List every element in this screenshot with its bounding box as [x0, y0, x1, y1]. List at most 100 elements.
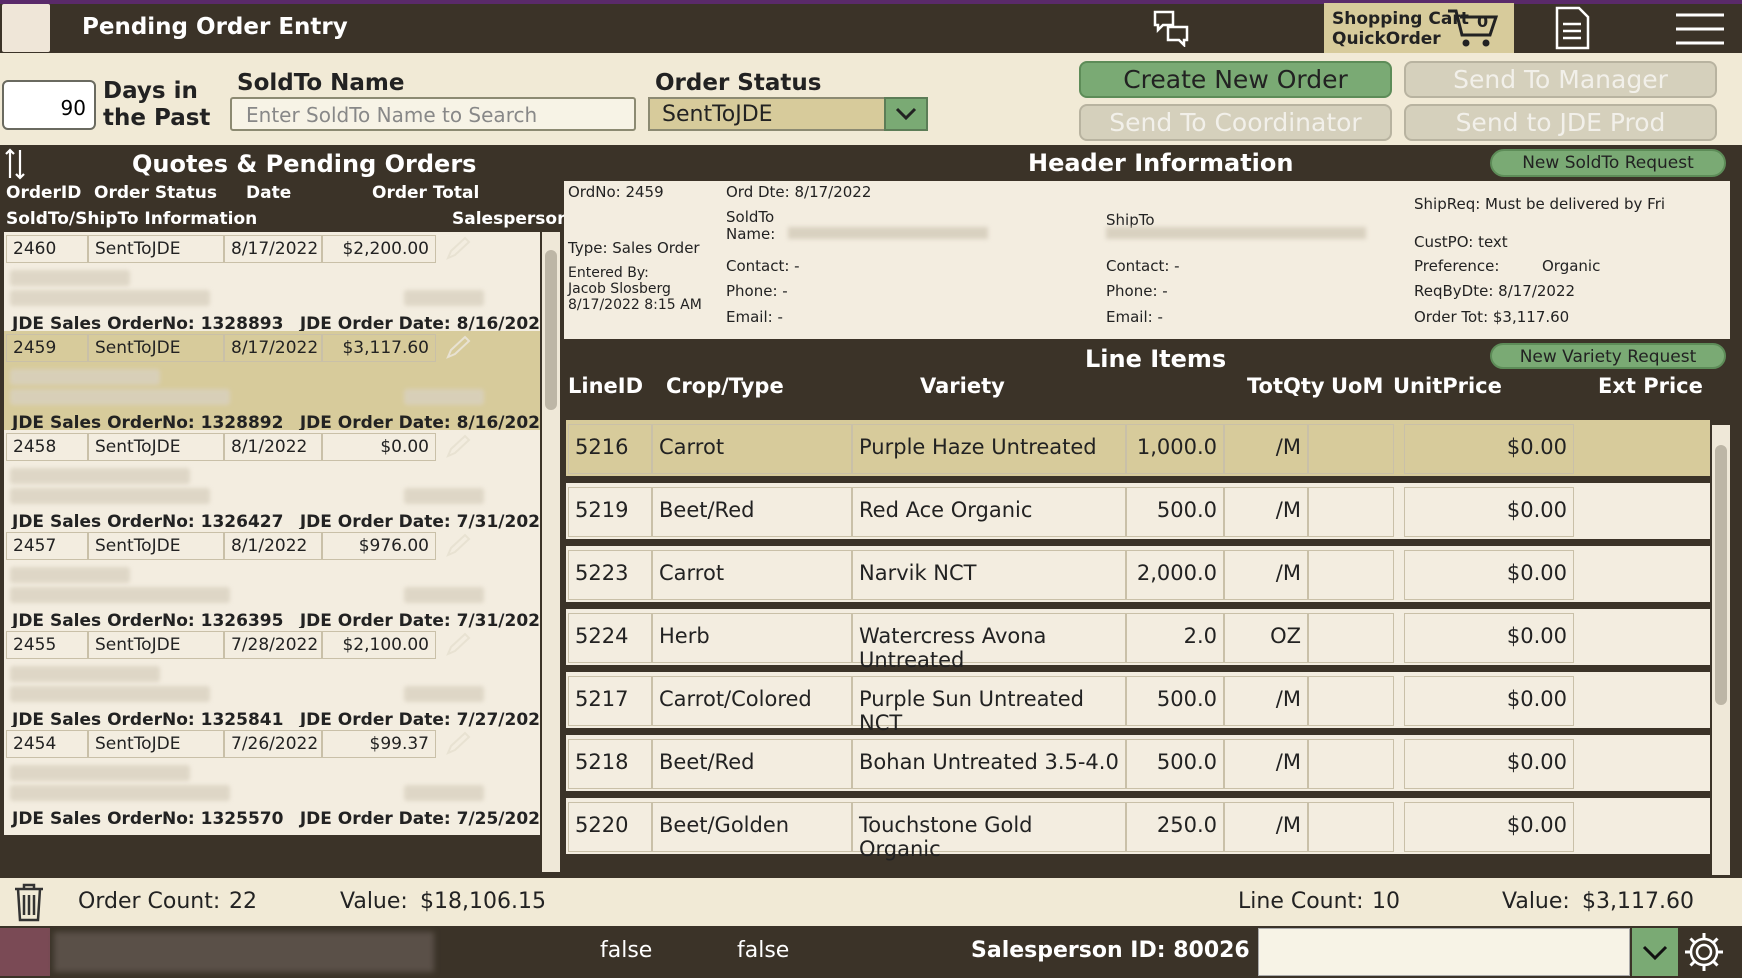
shipto-contact: Contact: -: [1106, 257, 1180, 275]
orders-panel-title: Quotes & Pending Orders: [132, 150, 477, 178]
line-item-row[interactable]: 5219 Beet/Red Red Ace Organic 500.0 /M $…: [566, 483, 1710, 545]
soldto-email: Email: -: [726, 308, 783, 326]
jde-date-value: 7/25/202: [456, 809, 540, 829]
soldto-name-redacted: [788, 227, 988, 239]
order-date: 7/26/2022: [224, 730, 322, 758]
edit-pencil-icon[interactable]: [444, 533, 474, 563]
chevron-down-icon[interactable]: [1632, 928, 1678, 976]
order-id: 2459: [6, 334, 88, 362]
shipto-redacted: [10, 488, 210, 504]
unit-price[interactable]: [1308, 424, 1394, 474]
trash-icon[interactable]: [12, 882, 46, 928]
gear-icon[interactable]: [1682, 930, 1726, 978]
ext-price: $0.00: [1404, 550, 1574, 600]
lines-value-label: Value:: [1502, 889, 1570, 914]
shipto-redacted: [10, 389, 230, 405]
col-lineid: LineID: [568, 374, 644, 398]
edit-pencil-icon[interactable]: [444, 335, 474, 365]
line-items-scroll-thumb[interactable]: [1715, 445, 1727, 705]
order-id: 2458: [6, 433, 88, 461]
soldto-label: SoldTo Name: [237, 70, 405, 96]
edit-pencil-icon[interactable]: [444, 236, 474, 266]
order-row[interactable]: 2460 SentToJDE 8/17/2022 $2,200.00 JDE S…: [4, 232, 540, 340]
orders-scroll-thumb[interactable]: [545, 250, 557, 410]
tot-qty: 500.0: [1126, 739, 1224, 789]
variety: Red Ace Organic: [852, 487, 1126, 537]
line-item-row[interactable]: 5220 Beet/Golden Touchstone Gold Organic…: [566, 798, 1710, 861]
unit-price[interactable]: [1308, 676, 1394, 726]
order-type: Type: Sales Order: [568, 239, 700, 257]
lines-value: $3,117.60: [1582, 889, 1694, 914]
order-count: 22: [229, 889, 257, 914]
unit-price[interactable]: [1308, 487, 1394, 537]
order-status: SentToJDE: [88, 334, 224, 362]
shopping-cart-button[interactable]: Shopping Cart QuickOrder 0: [1324, 3, 1514, 53]
soldto-redacted: [10, 369, 160, 385]
edit-pencil-icon[interactable]: [444, 632, 474, 662]
sort-icon[interactable]: [4, 148, 26, 184]
soldto-label-1: SoldTo: [726, 208, 775, 226]
crop-type: Carrot: [652, 550, 852, 600]
orders-value: $18,106.15: [420, 889, 546, 914]
order-total: Order Tot: $3,117.60: [1414, 308, 1570, 326]
edit-pencil-icon[interactable]: [444, 731, 474, 761]
soldto-redacted: [10, 270, 130, 286]
days-label-line2: the Past: [103, 105, 211, 131]
order-row[interactable]: 2459 SentToJDE 8/17/2022 $3,117.60 JDE S…: [4, 331, 540, 439]
soldto-redacted: [10, 468, 190, 484]
header-info-panel: OrdNo: 2459 Type: Sales Order Entered By…: [564, 181, 1730, 339]
document-icon[interactable]: [1554, 6, 1590, 54]
soldto-label-2: Name:: [726, 225, 776, 243]
send-to-coordinator-button[interactable]: Send To Coordinator: [1079, 104, 1392, 141]
variety: Touchstone Gold Organic: [852, 802, 1126, 861]
unit-price[interactable]: [1308, 739, 1394, 789]
variety: Bohan Untreated 3.5-4.0: [852, 739, 1126, 789]
chevron-down-icon[interactable]: [884, 97, 928, 131]
send-to-jde-prod-button[interactable]: Send to JDE Prod: [1404, 104, 1717, 141]
shipto-email: Email: -: [1106, 308, 1163, 326]
soldto-search-input[interactable]: Enter SoldTo Name to Search: [230, 97, 636, 131]
order-row[interactable]: 2457 SentToJDE 8/1/2022 $976.00 JDE Sale…: [4, 529, 540, 637]
order-status-label: Order Status: [655, 70, 822, 96]
menu-icon[interactable]: [1674, 12, 1726, 50]
ext-price: $0.00: [1404, 676, 1574, 726]
order-row[interactable]: 2458 SentToJDE 8/1/2022 $0.00 JDE Sales …: [4, 430, 540, 538]
order-row[interactable]: 2455 SentToJDE 7/28/2022 $2,100.00 JDE S…: [4, 628, 540, 736]
edit-pencil-icon[interactable]: [444, 434, 474, 464]
soldto-redacted: [10, 765, 190, 781]
orders-list[interactable]: 2460 SentToJDE 8/17/2022 $2,200.00 JDE S…: [0, 232, 540, 877]
send-to-manager-button[interactable]: Send To Manager: [1404, 61, 1717, 98]
line-item-row[interactable]: 5223 Carrot Narvik NCT 2,000.0 /M $0.00: [566, 546, 1710, 608]
unit-price[interactable]: [1308, 550, 1394, 600]
variety: Purple Sun Untreated NCT: [852, 676, 1126, 735]
salesperson-select[interactable]: [1258, 928, 1630, 976]
line-id: 5220: [568, 802, 652, 852]
crop-type: Carrot/Colored: [652, 676, 852, 726]
unit-price[interactable]: [1308, 802, 1394, 852]
ext-price: $0.00: [1404, 613, 1574, 663]
tot-qty: 2,000.0: [1126, 550, 1224, 600]
line-item-row[interactable]: 5224 Herb Watercress Avona Untreated 2.0…: [566, 609, 1710, 672]
line-id: 5216: [568, 424, 652, 474]
chat-icon[interactable]: [1152, 9, 1192, 49]
order-row[interactable]: 2454 SentToJDE 7/26/2022 $99.37 JDE Sale…: [4, 727, 540, 835]
line-item-row[interactable]: 5216 Carrot Purple Haze Untreated 1,000.…: [566, 420, 1710, 482]
line-item-row[interactable]: 5217 Carrot/Colored Purple Sun Untreated…: [566, 672, 1710, 735]
order-total: $2,100.00: [322, 631, 436, 659]
new-variety-request-button[interactable]: New Variety Request: [1490, 343, 1726, 369]
col-orderid: OrderID: [6, 183, 82, 203]
days-input[interactable]: 90: [2, 80, 96, 130]
line-item-row[interactable]: 5218 Beet/Red Bohan Untreated 3.5-4.0 50…: [566, 735, 1710, 797]
col-crop-type: Crop/Type: [666, 374, 784, 398]
tot-qty: 2.0: [1126, 613, 1224, 663]
new-soldto-request-button[interactable]: New SoldTo Request: [1490, 149, 1726, 177]
line-items-list[interactable]: 5216 Carrot Purple Haze Untreated 1,000.…: [564, 420, 1730, 876]
line-id: 5219: [568, 487, 652, 537]
line-id: 5223: [568, 550, 652, 600]
ext-price: $0.00: [1404, 424, 1574, 474]
cart-count: 0: [1477, 12, 1489, 31]
req-by-date: ReqByDte: 8/17/2022: [1414, 282, 1576, 300]
create-new-order-button[interactable]: Create New Order: [1079, 61, 1392, 98]
unit-price[interactable]: [1308, 613, 1394, 663]
crop-type: Herb: [652, 613, 852, 663]
